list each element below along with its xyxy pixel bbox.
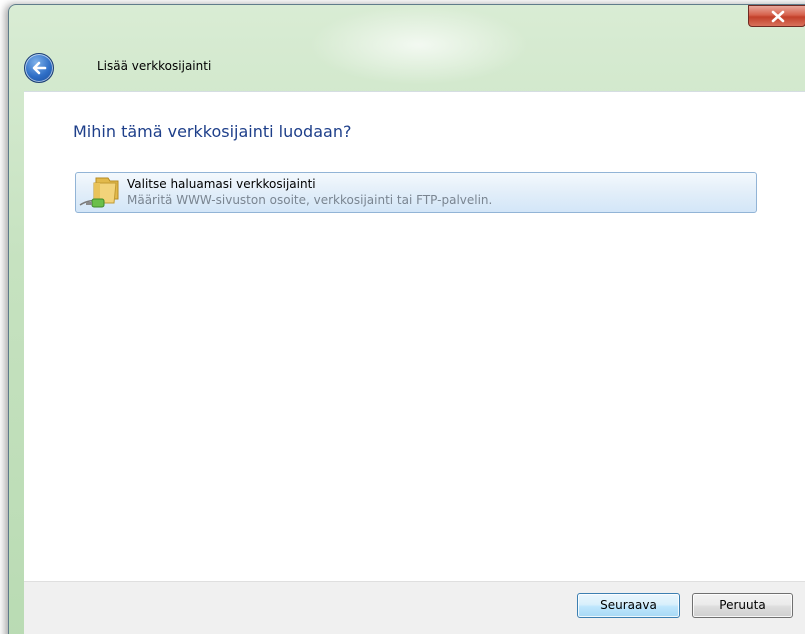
next-button[interactable]: Seuraava xyxy=(577,593,680,618)
window-title: Lisää verkkosijainti xyxy=(97,59,212,73)
close-icon xyxy=(771,10,785,23)
add-network-location-wizard: Lisää verkkosijainti Mihin tämä verkkosi… xyxy=(0,0,805,634)
network-folder-icon xyxy=(79,177,119,208)
page-heading: Mihin tämä verkkosijainti luodaan? xyxy=(73,122,352,141)
option-description: Määritä WWW-sivuston osoite, verkkosijai… xyxy=(127,193,493,207)
choose-network-location-option[interactable]: Valitse haluamasi verkkosijainti Määritä… xyxy=(75,172,757,213)
option-title: Valitse haluamasi verkkosijainti xyxy=(127,177,316,191)
back-button[interactable] xyxy=(24,53,54,83)
cancel-button[interactable]: Peruuta xyxy=(692,593,793,618)
close-button[interactable] xyxy=(748,5,805,27)
back-arrow-icon xyxy=(32,61,47,75)
wizard-footer: Seuraava Peruuta xyxy=(24,581,805,634)
frame-glow xyxy=(309,5,529,85)
wizard-content: Mihin tämä verkkosijainti luodaan? Valit… xyxy=(24,91,805,582)
